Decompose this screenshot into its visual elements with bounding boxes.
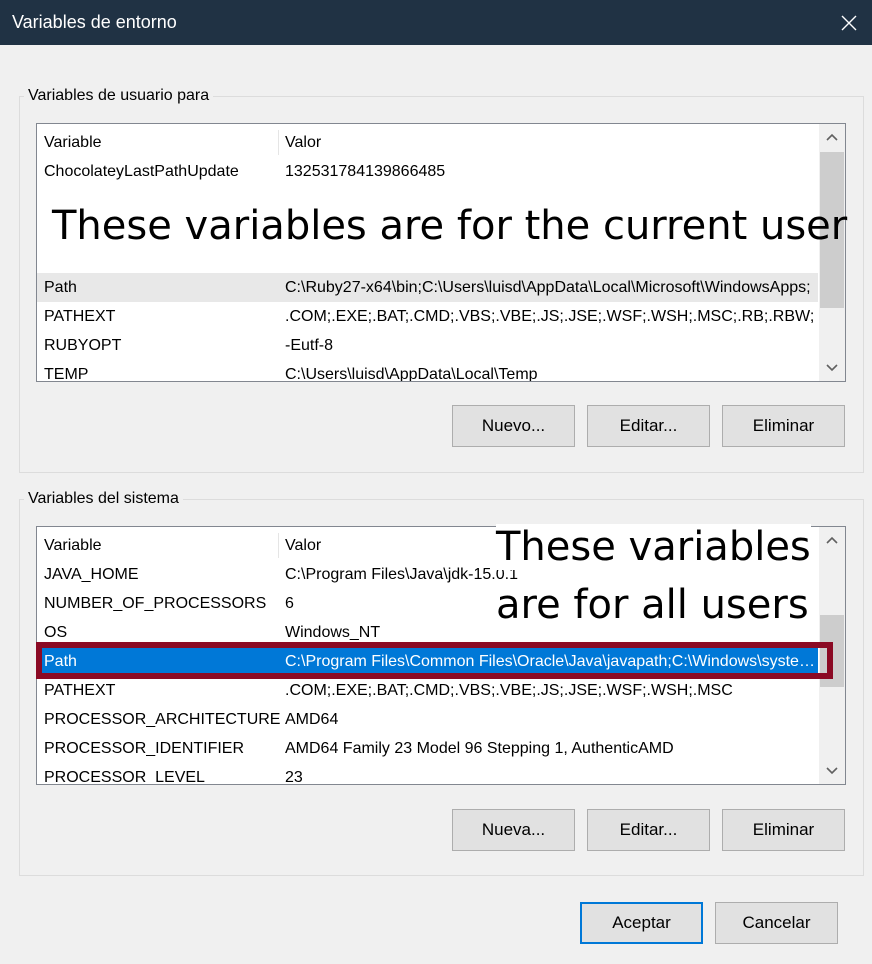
user-variables-label: Variables de usuario para [24, 87, 214, 105]
column-separator[interactable] [278, 533, 279, 558]
row-value: -Eutf-8 [285, 337, 334, 354]
table-row[interactable]: PATHEXT .COM;.EXE;.BAT;.CMD;.VBS;.VBE;.J… [37, 302, 818, 331]
table-row[interactable]: Path C:\Ruby27-x64\bin;C:\Users\luisd\Ap… [37, 273, 818, 302]
accept-button[interactable]: Aceptar [580, 902, 703, 944]
row-variable: PATHEXT [44, 682, 116, 699]
row-variable: NUMBER_OF_PROCESSORS [44, 595, 267, 612]
column-header-variable[interactable]: Variable [44, 531, 102, 560]
row-variable: Path [44, 653, 77, 670]
row-variable: ChocolateyLastPathUpdate [44, 163, 239, 180]
table-row[interactable]: PROCESSOR_IDENTIFIER AMD64 Family 23 Mod… [37, 734, 818, 763]
row-variable: PROCESSOR_ARCHITECTURE [44, 711, 281, 728]
row-variable: Path [44, 279, 77, 296]
row-variable: PROCESSOR_LEVEL [44, 769, 205, 785]
row-value: .COM;.EXE;.BAT;.CMD;.VBS;.VBE;.JS;.JSE;.… [285, 308, 815, 325]
user-annotation: These variables are for the current user [52, 203, 848, 249]
table-row[interactable]: RUBYOPT -Eutf-8 [37, 331, 818, 360]
scroll-thumb[interactable] [820, 615, 844, 687]
new-system-variable-button[interactable]: Nueva... [452, 809, 575, 851]
edit-user-variable-button[interactable]: Editar... [587, 405, 710, 447]
row-value: AMD64 [285, 711, 339, 728]
delete-user-variable-button[interactable]: Eliminar [722, 405, 845, 447]
scroll-down-icon[interactable] [819, 758, 845, 784]
scroll-up-icon[interactable] [819, 527, 845, 553]
row-variable: PROCESSOR_IDENTIFIER [44, 740, 245, 757]
row-variable: RUBYOPT [44, 337, 122, 354]
row-value: 132531784139866485 [285, 163, 446, 180]
close-icon[interactable] [826, 0, 872, 45]
row-variable: OS [44, 624, 68, 641]
cancel-button[interactable]: Cancelar [715, 902, 838, 944]
system-variables-label: Variables del sistema [24, 490, 183, 508]
row-value: C:\Ruby27-x64\bin;C:\Users\luisd\AppData… [285, 279, 811, 296]
scroll-up-icon[interactable] [819, 124, 845, 150]
table-row[interactable]: PROCESSOR_LEVEL 23 [37, 763, 818, 785]
delete-system-variable-button[interactable]: Eliminar [722, 809, 845, 851]
table-row[interactable]: ChocolateyLastPathUpdate 132531784139866… [37, 157, 818, 186]
title-bar: Variables de entorno [0, 0, 872, 45]
window-title: Variables de entorno [12, 12, 177, 32]
column-header-value[interactable]: Valor [285, 128, 815, 157]
edit-system-variable-button[interactable]: Editar... [587, 809, 710, 851]
table-row[interactable]: PROCESSOR_ARCHITECTURE AMD64 [37, 705, 818, 734]
vertical-scrollbar[interactable] [819, 124, 845, 381]
column-separator[interactable] [278, 130, 279, 155]
table-row-selected[interactable]: Path C:\Program Files\Common Files\Oracl… [37, 647, 818, 676]
row-variable: PATHEXT [44, 308, 116, 325]
system-annotation-line2: are for all users [496, 582, 809, 628]
vertical-scrollbar[interactable] [819, 527, 845, 784]
row-value: .COM;.EXE;.BAT;.CMD;.VBS;.VBE;.JS;.JSE;.… [285, 682, 733, 699]
new-user-variable-button[interactable]: Nuevo... [452, 405, 575, 447]
scroll-down-icon[interactable] [819, 355, 845, 381]
column-header-variable[interactable]: Variable [44, 128, 102, 157]
row-value: C:\Program Files\Common Files\Oracle\Jav… [285, 653, 815, 670]
row-variable: JAVA_HOME [44, 566, 139, 583]
table-row[interactable]: PATHEXT .COM;.EXE;.BAT;.CMD;.VBS;.VBE;.J… [37, 676, 818, 705]
table-row[interactable]: TEMP C:\Users\luisd\AppData\Local\Temp [37, 360, 818, 382]
system-annotation-line1: These variables [496, 524, 811, 570]
row-value: AMD64 Family 23 Model 96 Stepping 1, Aut… [285, 740, 674, 757]
list-header: Variable Valor [37, 128, 818, 157]
row-value: C:\Users\luisd\AppData\Local\Temp [285, 366, 538, 382]
row-variable: TEMP [44, 366, 89, 382]
row-value: 23 [285, 769, 303, 785]
user-variables-list[interactable]: Variable Valor ChocolateyLastPathUpdate … [36, 123, 846, 382]
